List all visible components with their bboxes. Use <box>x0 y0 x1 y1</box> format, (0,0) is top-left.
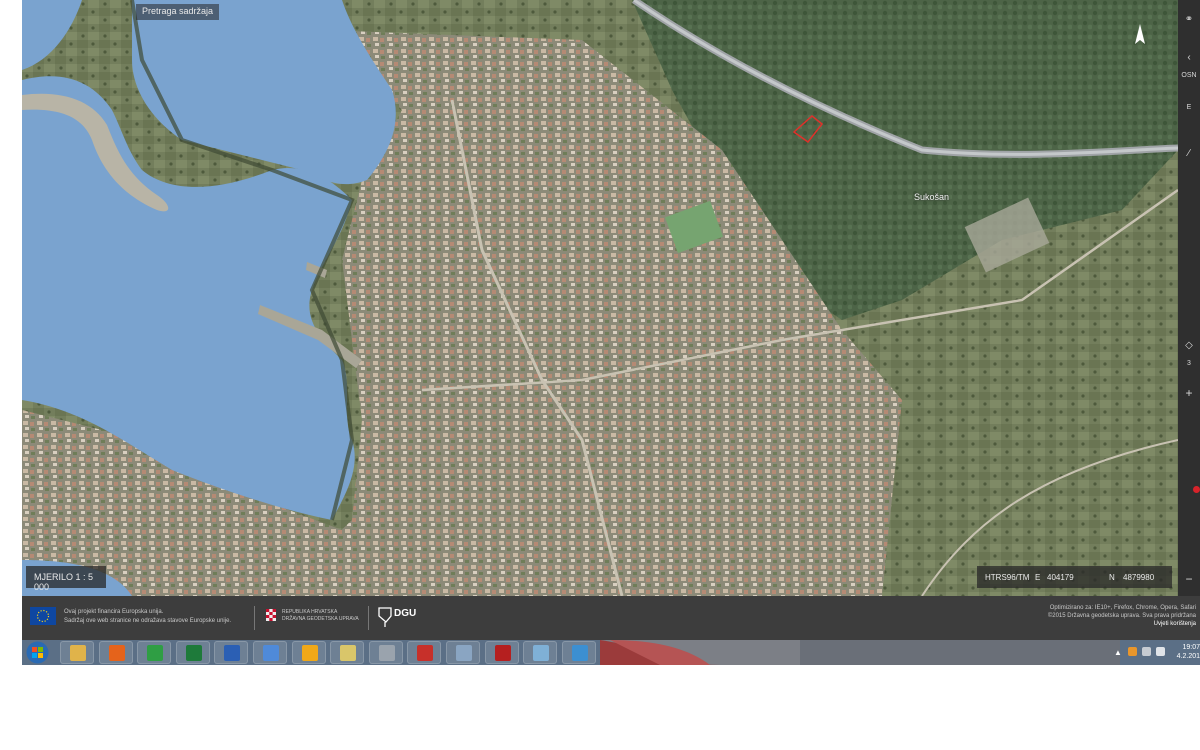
windows-taskbar: ▲ 19:07 4.2.201 <box>22 640 1200 665</box>
easting-value: 404179 <box>1047 573 1074 582</box>
tray-expand-icon[interactable]: ▲ <box>1114 648 1122 657</box>
zoom-in-icon[interactable]: + <box>1178 386 1200 400</box>
map-view[interactable]: Pretraga sadržaja Sukošan MJERILO 1 : 5 … <box>22 0 1178 596</box>
taskbar-app-excel[interactable] <box>175 641 210 664</box>
footer-legal: Optimizirano za: IE10+, Firefox, Chrome,… <box>1048 604 1196 628</box>
desktop-wallpaper <box>600 640 1120 665</box>
collapse-icon[interactable]: ‹ <box>1178 52 1200 63</box>
left-margin <box>0 0 22 665</box>
taskbar-app-explorer[interactable] <box>60 641 94 664</box>
zoom-out-icon[interactable]: − <box>1178 572 1200 586</box>
ie-network-icon <box>571 645 588 661</box>
taskbar-app-paint[interactable] <box>523 641 558 664</box>
cloud-icon <box>263 645 279 661</box>
croatia-crest-icon <box>266 609 276 621</box>
screen: Pretraga sadržaja Sukošan MJERILO 1 : 5 … <box>0 0 1200 750</box>
measure-icon[interactable]: ∕ <box>1178 148 1200 159</box>
taskbar-app-app-orange[interactable] <box>291 641 326 664</box>
map-toolbar: ⚭ ‹ OSN E ∕ ◇ 3 + − <box>1178 0 1200 596</box>
north-arrow-icon[interactable] <box>1133 22 1147 48</box>
easting-label: E <box>1035 573 1041 582</box>
excel-icon <box>185 645 202 661</box>
copyright-text: ©2015 Državna geodetska uprava. Sva prav… <box>1047 613 1196 619</box>
calculator-icon <box>456 645 472 661</box>
taskbar-app-word[interactable] <box>214 641 249 664</box>
ministry-line1: REPUBLIKA HRVATSKA <box>282 609 338 615</box>
content-search-input[interactable]: Pretraga sadržaja <box>136 4 220 20</box>
footer-divider <box>368 606 369 630</box>
tray-app-icon[interactable] <box>1128 647 1137 656</box>
tools-icon <box>340 645 357 661</box>
taskbar-app-scanner[interactable] <box>368 641 403 664</box>
scale-indicator: MJERILO 1 : 5 000 <box>26 566 106 592</box>
eu-notice-line2: Sadržaj ove web stranice ne odražava sta… <box>64 618 232 624</box>
coordinate-readout: HTRS96/TM E 404179 N 4879980 <box>977 566 1172 588</box>
volume-icon[interactable] <box>1156 647 1165 656</box>
start-button[interactable] <box>26 641 49 664</box>
word-icon <box>224 645 241 661</box>
scanner-icon <box>378 645 395 661</box>
basemap-label[interactable]: OSN <box>1178 72 1200 79</box>
clock-time: 19:07 <box>1182 644 1200 651</box>
taskbar-app-tools[interactable] <box>330 641 365 664</box>
3d-label[interactable]: 3 <box>1178 360 1200 367</box>
eu-funding-notice: Ovaj projekt financira Europska unija. S… <box>64 608 231 626</box>
taskbar-app-acrobat-distiller[interactable] <box>407 641 442 664</box>
network-icon[interactable] <box>1142 647 1151 656</box>
firefox-icon <box>108 645 125 661</box>
acrobat-distiller-icon <box>417 645 434 661</box>
ministry-line2: DRŽAVNA GEODETSKA UPRAVA <box>282 616 359 622</box>
layers-icon[interactable]: ◇ <box>1178 340 1200 351</box>
footer-divider <box>254 606 255 630</box>
explorer-icon <box>70 645 86 661</box>
terms-link[interactable]: Uvjeti korištenja <box>1048 620 1196 628</box>
location-marker-icon <box>1193 486 1200 493</box>
adobe-reader-icon <box>494 645 511 661</box>
taskbar-app-cloud[interactable] <box>253 641 287 664</box>
clock[interactable]: 19:07 4.2.201 <box>1172 643 1200 661</box>
eu-notice-line1: Ovaj projekt financira Europska unija. <box>64 609 164 615</box>
app-orange-icon <box>301 645 318 661</box>
browser-support-text: Optimizirano za: IE10+, Firefox, Chrome,… <box>1049 605 1196 611</box>
share-icon[interactable]: ⚭ <box>1178 14 1200 25</box>
paint-icon <box>533 645 550 661</box>
taskbar-app-chrome[interactable] <box>137 641 172 664</box>
taskbar-app-ie-network[interactable] <box>561 641 596 664</box>
eu-flag-icon <box>30 607 56 625</box>
taskbar-app-firefox[interactable] <box>98 641 133 664</box>
taskbar-app-calculator[interactable] <box>446 641 480 664</box>
northing-label: N <box>1109 573 1115 582</box>
ministry-name: REPUBLIKA HRVATSKA DRŽAVNA GEODETSKA UPR… <box>282 609 359 623</box>
aerial-imagery <box>22 0 1178 596</box>
dgu-logo-text: DGU <box>394 608 417 619</box>
toolbar-label: E <box>1186 104 1192 111</box>
northing-value: 4879980 <box>1123 573 1155 582</box>
taskbar-app-adobe-reader[interactable] <box>484 641 519 664</box>
place-label: Sukošan <box>914 192 950 202</box>
chrome-icon <box>147 645 164 661</box>
clock-date: 4.2.201 <box>1176 653 1200 660</box>
crs-label: HTRS96/TM <box>985 573 1030 582</box>
page-footer: Ovaj projekt financira Europska unija. S… <box>22 596 1200 640</box>
